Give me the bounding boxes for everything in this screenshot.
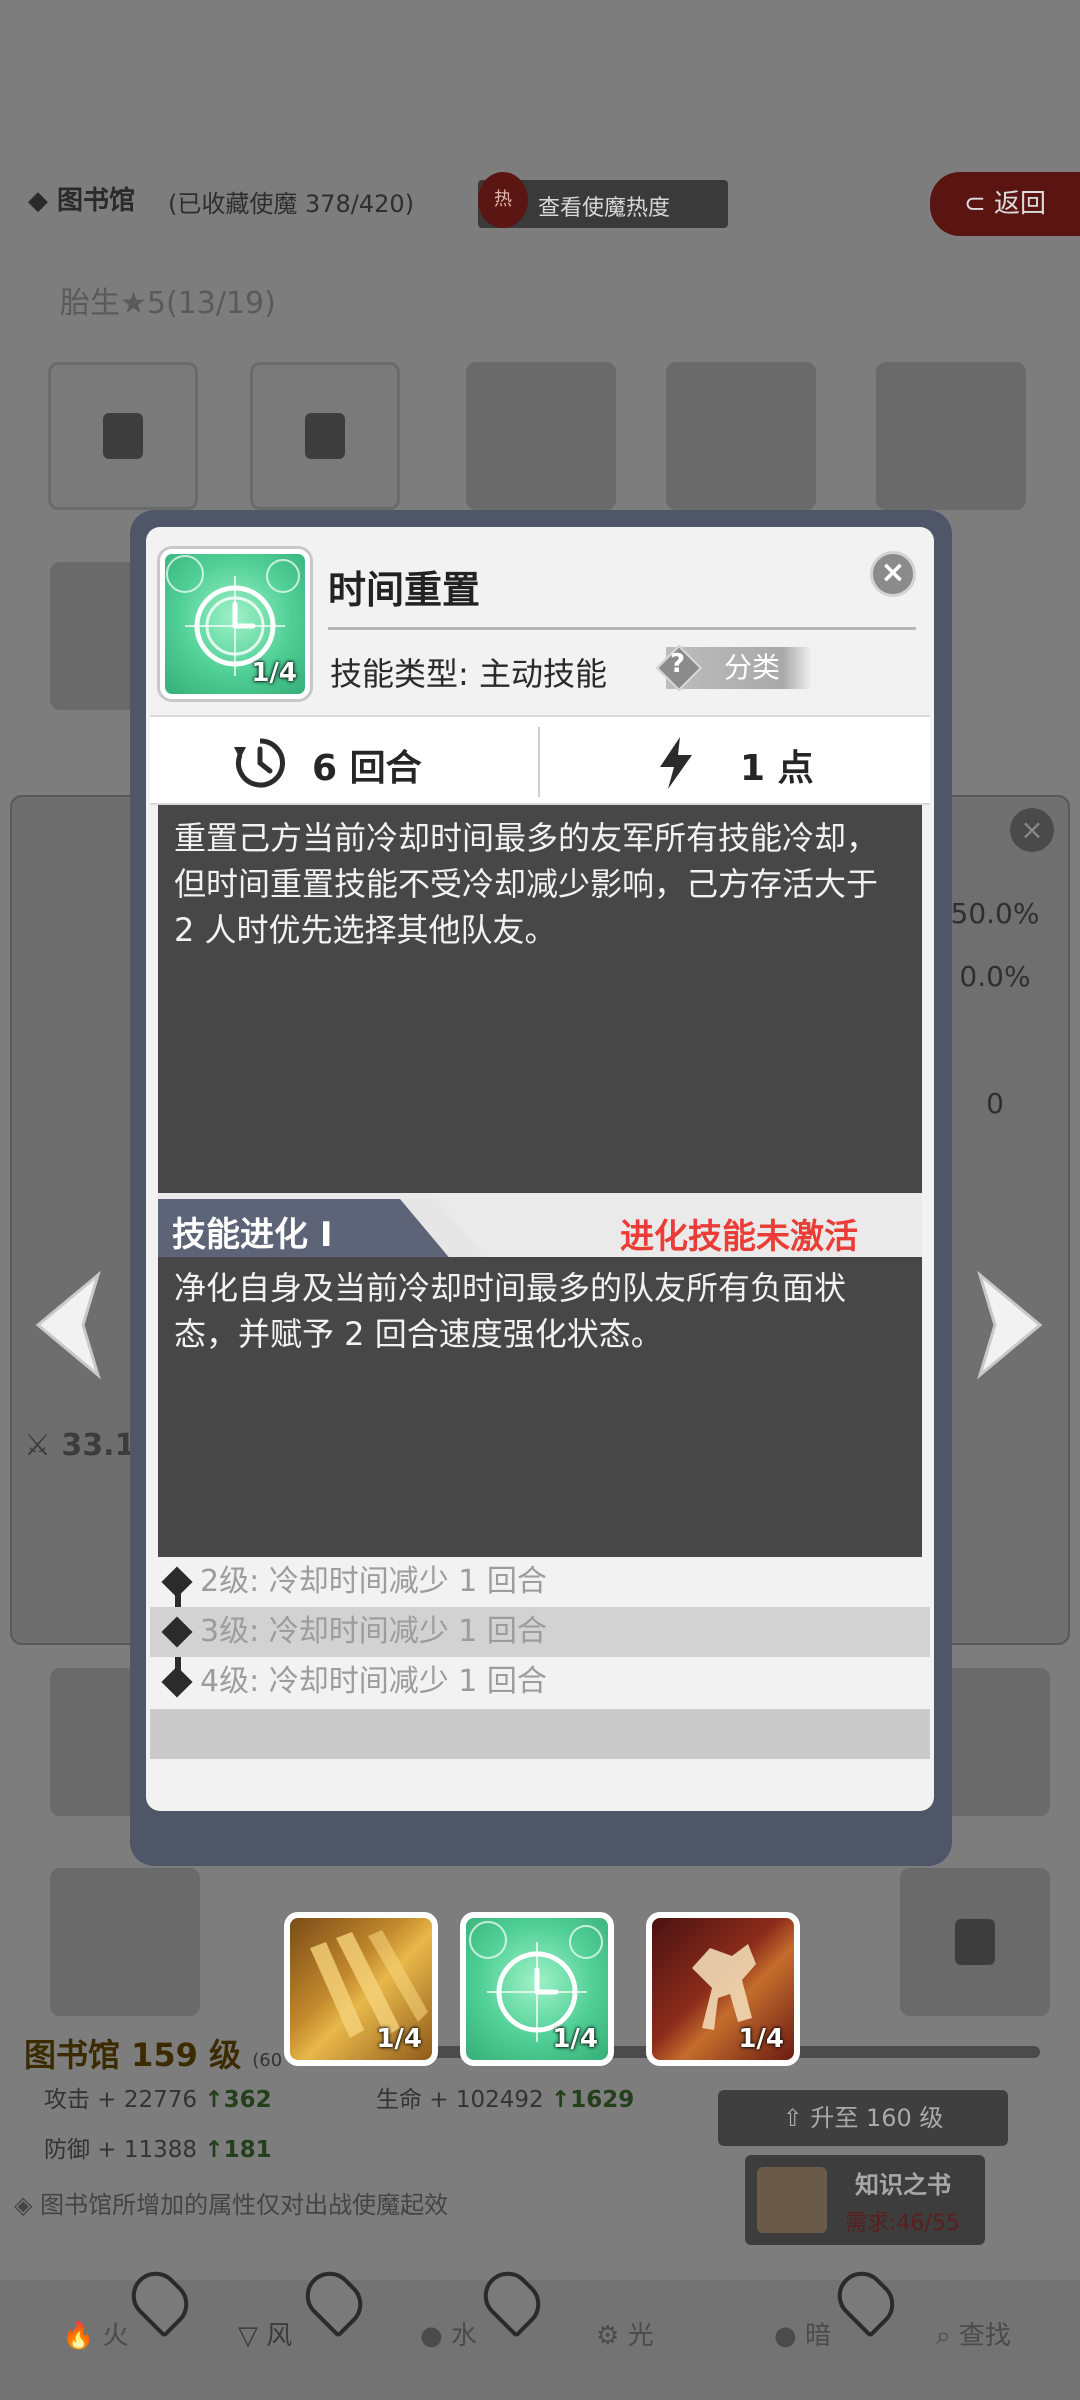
level-diamond-icon — [161, 1666, 193, 1698]
next-arrow-icon[interactable] — [970, 1270, 1050, 1380]
left-character-panel — [10, 795, 150, 1645]
close-button[interactable]: × — [870, 551, 916, 597]
back-button[interactable]: ⊂ 返回 — [930, 172, 1080, 236]
skill-description: 重置己方当前冷却时间最多的友军所有技能冷却，但时间重置技能不受冷却减少影响，己方… — [158, 805, 922, 1193]
book-requirement: 需求:46/55 — [845, 2211, 960, 2236]
level-row: 2级: 冷却时间减少 1 回合 — [150, 1557, 930, 1607]
skill-icon: 1/4 — [160, 549, 310, 699]
right-panel-value: 50.0% — [940, 893, 1050, 935]
question-icon: ? — [670, 649, 686, 679]
library-count: (已收藏使魔 378/420) — [168, 190, 415, 218]
evolution-header: 技能进化 Ⅰ 进化技能未激活 — [158, 1193, 922, 1261]
tab-dark[interactable]: ● 暗 — [774, 2315, 831, 2352]
evolution-label: 技能进化 Ⅰ — [172, 1215, 333, 1255]
character-card[interactable] — [876, 362, 1026, 510]
skill-count: 1/4 — [251, 658, 297, 688]
locked-card[interactable] — [250, 362, 400, 510]
book-name: 知识之书 — [855, 2171, 951, 2199]
right-panel-value: 0 — [940, 1083, 1050, 1125]
side-attack-value: ⚔ 33.1 — [24, 1428, 136, 1463]
right-panel-close-icon[interactable]: × — [1010, 808, 1054, 852]
stats-divider — [538, 727, 540, 797]
character-card[interactable] — [50, 1868, 200, 2016]
lock-icon — [955, 1919, 995, 1965]
skill-card-red[interactable]: 1/4 — [646, 1912, 800, 2066]
evolution-description: 净化自身及当前冷却时间最多的队友所有负面状态，并赋予 2 回合速度强化状态。 — [158, 1257, 922, 1557]
evolution-status: 进化技能未激活 — [620, 1217, 858, 1257]
lock-icon — [305, 413, 345, 459]
level-row: 4级: 冷却时间减少 1 回合 — [150, 1657, 930, 1707]
cost-value: 1 点 — [740, 748, 814, 789]
defense-stat: 防御 + 11388 ↑181 — [44, 2137, 272, 2163]
tab-light[interactable]: ⚙ 光 — [596, 2315, 654, 2352]
heat-badge-icon: 热 — [478, 172, 528, 228]
rank-label: 胎生★5(13/19) — [60, 286, 276, 321]
level-row: 3级: 冷却时间减少 1 回合 — [150, 1607, 930, 1657]
skill-count: 1/4 — [552, 2024, 598, 2054]
skill-type: 技能类型: 主动技能 — [330, 655, 607, 693]
character-card[interactable] — [666, 362, 816, 510]
skill-title: 时间重置 — [328, 568, 481, 612]
previous-arrow-icon[interactable] — [28, 1270, 108, 1380]
lightning-icon — [660, 737, 692, 789]
skill-count: 1/4 — [738, 2024, 784, 2054]
character-card[interactable] — [466, 362, 616, 510]
upgrade-button[interactable]: ⇧ 升至 160 级 — [718, 2090, 1008, 2146]
tab-wind[interactable]: ▽ 风 — [238, 2315, 292, 2352]
locked-card[interactable] — [900, 1868, 1050, 2016]
cooldown-icon — [234, 738, 285, 788]
attack-stat: 攻击 + 22776 ↑362 — [44, 2087, 272, 2113]
level-diamond-icon — [161, 1616, 193, 1648]
lock-icon — [103, 413, 143, 459]
level-diamond-icon — [161, 1566, 193, 1598]
tab-fire[interactable]: 🔥 火 — [62, 2315, 129, 2352]
level-footer-bar — [150, 1709, 930, 1759]
book-icon — [757, 2167, 827, 2233]
locked-card[interactable] — [48, 362, 198, 510]
skill-stats-bar: 6 回合 1 点 — [150, 715, 930, 805]
tab-water[interactable]: ● 水 — [420, 2315, 477, 2352]
knowledge-book: 知识之书 需求:46/55 — [745, 2155, 985, 2245]
info-note: ◈ 图书馆所增加的属性仅对出战使魔起效 — [14, 2191, 449, 2219]
hp-stat: 生命 + 102492 ↑1629 — [376, 2087, 635, 2113]
cooldown-value: 6 回合 — [312, 748, 422, 789]
skill-detail-modal: 1/4 时间重置 技能类型: 主动技能 分类 ? × 6 回合 1 点 重置己方… — [146, 527, 934, 1811]
skill-card-gold[interactable]: 1/4 — [284, 1912, 438, 2066]
title-divider — [328, 627, 916, 630]
library-level: 图书馆 159 级 (60 — [24, 2036, 283, 2074]
tab-search[interactable]: ⌕ 查找 — [936, 2315, 1011, 2352]
skill-card-time-reset[interactable]: 1/4 — [460, 1912, 614, 2066]
library-title: ◆ 图书馆 — [28, 186, 136, 216]
right-panel-value: 0.0% — [940, 956, 1050, 998]
skill-count: 1/4 — [376, 2024, 422, 2054]
